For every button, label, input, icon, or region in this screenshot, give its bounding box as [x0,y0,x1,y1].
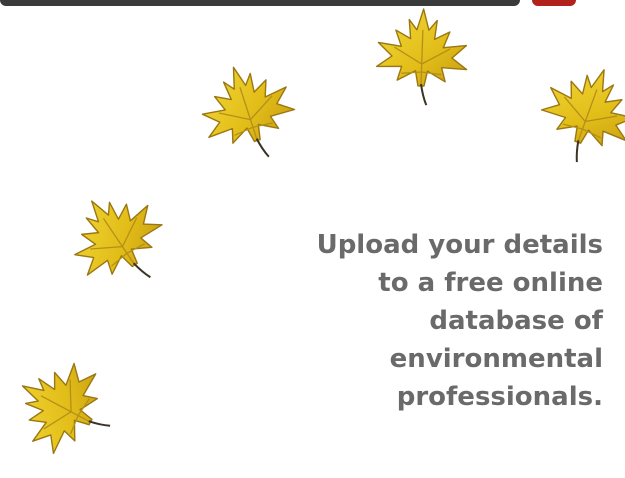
header-strip [0,0,625,8]
maple-leaf-icon [185,49,311,175]
maple-leaf-icon [370,4,473,108]
tagline-line: Upload your details [316,230,603,260]
promo-banner: Upload your details to a free online dat… [0,0,625,478]
maple-leaf-icon [49,171,188,310]
tagline-line: to a free online [378,268,603,298]
tagline-line: database of [429,306,603,336]
maple-leaf-icon [524,50,625,178]
header-text-fragment [0,0,520,6]
maple-leaf-icon [0,340,132,475]
tagline-line: professionals. [396,382,603,412]
header-accent-fragment [532,0,576,6]
tagline-line: environmental [389,344,603,374]
tagline: Upload your details to a free online dat… [223,226,603,416]
